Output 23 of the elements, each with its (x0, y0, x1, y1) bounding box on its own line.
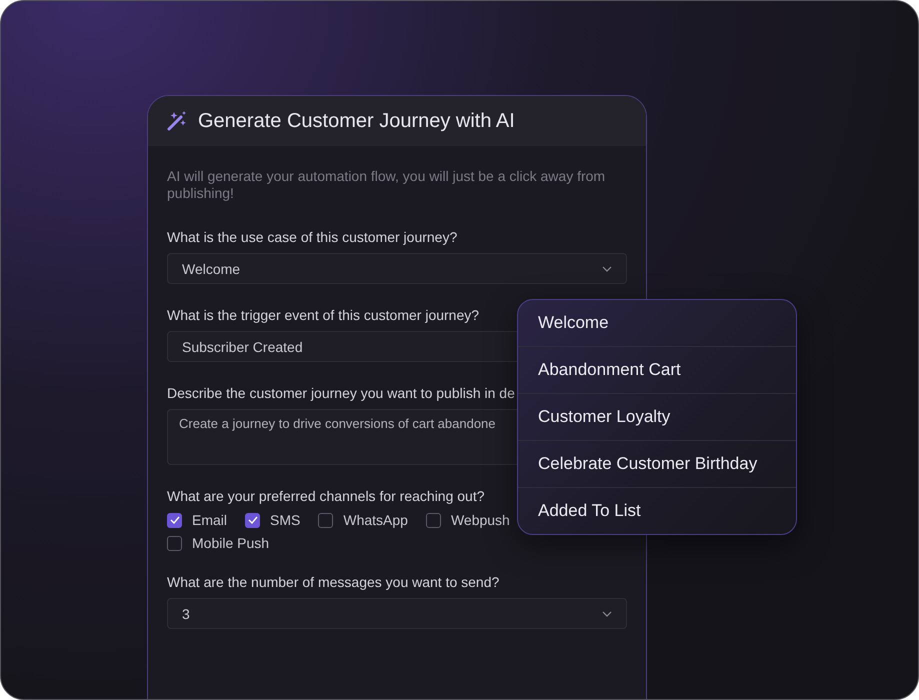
channel-checkbox[interactable]: Mobile Push (167, 535, 270, 551)
dropdown-item[interactable]: Abandonment Cart (518, 346, 796, 393)
dialog-title: Generate Customer Journey with AI (198, 110, 515, 132)
field-label: What is the trigger event of this customer journey? (167, 307, 480, 323)
channel-checkbox[interactable]: WhatsApp (318, 512, 408, 528)
dropdown-item[interactable]: Celebrate Customer Birthday (518, 440, 796, 487)
intro-text: AI will generate your automation flow, you will just be a click away from publishing! (167, 168, 606, 202)
chevron-down-icon (602, 610, 612, 616)
field-label: What are the number of messages you want to send? (167, 574, 500, 590)
field-label: What are your preferred channels for reaching out? (167, 488, 485, 504)
checkmark-icon (248, 516, 258, 524)
channel-checkbox[interactable]: Email (167, 512, 228, 528)
dropdown-item[interactable]: Customer Loyalty (518, 393, 796, 440)
chevron-down-icon (602, 266, 612, 272)
field-label: What is the use case of this customer journey? (167, 229, 458, 245)
checkmark-icon (170, 516, 180, 524)
select-field[interactable]: Welcome (167, 253, 627, 284)
channel-checkbox[interactable]: Webpush (426, 512, 510, 528)
dropdown-item[interactable]: Added To List (518, 487, 796, 534)
magic-wand-icon (166, 110, 188, 132)
select-field[interactable]: 3 (167, 598, 627, 629)
field-label: Describe the customer journey you want to publish in de (167, 385, 515, 401)
channel-checkbox[interactable]: SMS (245, 512, 300, 528)
